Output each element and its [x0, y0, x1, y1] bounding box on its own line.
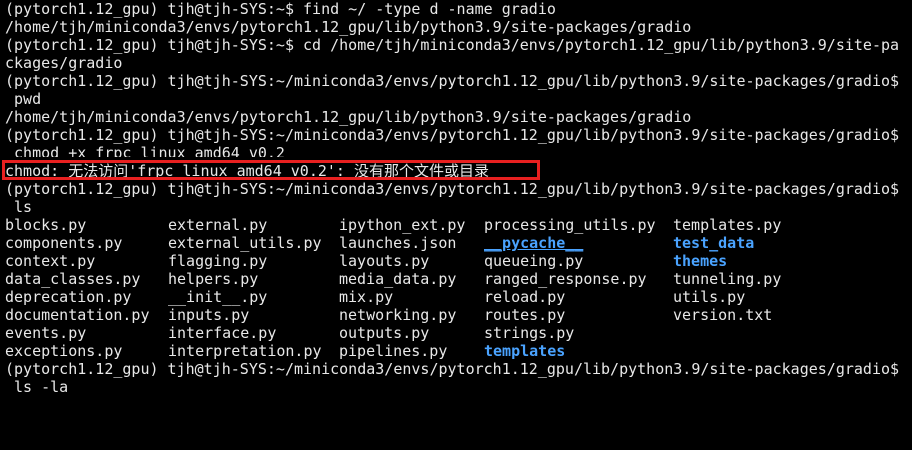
terminal-line: (pytorch1.12_gpu) tjh@tjh-SYS:~/minicond… [5, 360, 900, 378]
directory-entry: __pycache__ [484, 234, 584, 252]
file-entry: outputs.py [339, 324, 430, 342]
file-entry: routes.py [484, 306, 566, 324]
file-entry: queueing.py [484, 252, 584, 270]
directory-entry: templates [484, 342, 566, 360]
file-entry: processing_utils.py [484, 216, 656, 234]
file-entry: mix.py [339, 288, 394, 306]
file-entry: deprecation.py [5, 288, 132, 306]
file-entry: documentation.py [5, 306, 150, 324]
ls-output-row: data_classes.py helpers.py media_data.py… [5, 270, 910, 288]
terminal-window[interactable]: (pytorch1.12_gpu) tjh@tjh-SYS:~$ find ~/… [2, 0, 910, 400]
file-entry: version.txt [673, 306, 773, 324]
file-entry: templates.py [673, 216, 782, 234]
terminal-line: (pytorch1.12_gpu) tjh@tjh-SYS:~/minicond… [5, 72, 900, 90]
ls-output-row: events.py interface.py outputs.py string… [5, 324, 910, 342]
terminal-line: (pytorch1.12_gpu) tjh@tjh-SYS:~$ find ~/… [5, 0, 556, 18]
ls-output-row: components.py external_utils.py launches… [5, 234, 910, 252]
terminal-line: chmod +x frpc_linux_amd64_v0.2 [5, 144, 285, 162]
terminal-line: ckages/gradio [5, 54, 123, 72]
file-entry: networking.py [339, 306, 457, 324]
file-entry: inputs.py [168, 306, 250, 324]
file-entry: components.py [5, 234, 123, 252]
ls-output-row: exceptions.py interpretation.py pipeline… [5, 342, 910, 360]
file-entry: external_utils.py [168, 234, 322, 252]
file-entry: utils.py [673, 288, 746, 306]
ls-output-row: documentation.py inputs.py networking.py… [5, 306, 910, 324]
ls-output-row: deprecation.py __init__.py mix.py reload… [5, 288, 910, 306]
file-entry: external.py [168, 216, 268, 234]
file-entry: flagging.py [168, 252, 268, 270]
terminal-line: (pytorch1.12_gpu) tjh@tjh-SYS:~$ cd /hom… [5, 36, 900, 54]
file-entry: data_classes.py [5, 270, 141, 288]
terminal-line: (pytorch1.12_gpu) tjh@tjh-SYS:~/minicond… [5, 180, 900, 198]
file-entry: __init__.py [168, 288, 268, 306]
file-entry: interpretation.py [168, 342, 322, 360]
file-entry: layouts.py [339, 252, 430, 270]
file-entry: pipelines.py [339, 342, 448, 360]
file-entry: tunneling.py [673, 270, 782, 288]
terminal-line: /home/tjh/miniconda3/envs/pytorch1.12_gp… [5, 18, 692, 36]
file-entry: strings.py [484, 324, 575, 342]
ls-output-row: context.py flagging.py layouts.py queuei… [5, 252, 910, 270]
file-entry: ipython_ext.py [339, 216, 466, 234]
directory-entry: test_data [673, 234, 755, 252]
file-entry: reload.py [484, 288, 566, 306]
file-entry: context.py [5, 252, 96, 270]
file-entry: media_data.py [339, 270, 457, 288]
terminal-line: ls [5, 198, 33, 216]
ls-output-row: blocks.py external.py ipython_ext.py pro… [5, 216, 910, 234]
file-entry: exceptions.py [5, 342, 123, 360]
terminal-line: pwd [5, 90, 42, 108]
error-message-line: chmod: 无法访问'frpc_linux_amd64_v0.2': 没有那个… [5, 162, 489, 180]
file-entry: launches.json [339, 234, 457, 252]
file-entry: blocks.py [5, 216, 87, 234]
terminal-line: /home/tjh/miniconda3/envs/pytorch1.12_gp… [5, 108, 692, 126]
terminal-line: (pytorch1.12_gpu) tjh@tjh-SYS:~/minicond… [5, 126, 900, 144]
directory-entry: themes [673, 252, 728, 270]
terminal-line: ls -la [5, 378, 69, 396]
file-entry: ranged_response.py [484, 270, 647, 288]
file-entry: interface.py [168, 324, 277, 342]
file-entry: helpers.py [168, 270, 259, 288]
file-entry: events.py [5, 324, 87, 342]
